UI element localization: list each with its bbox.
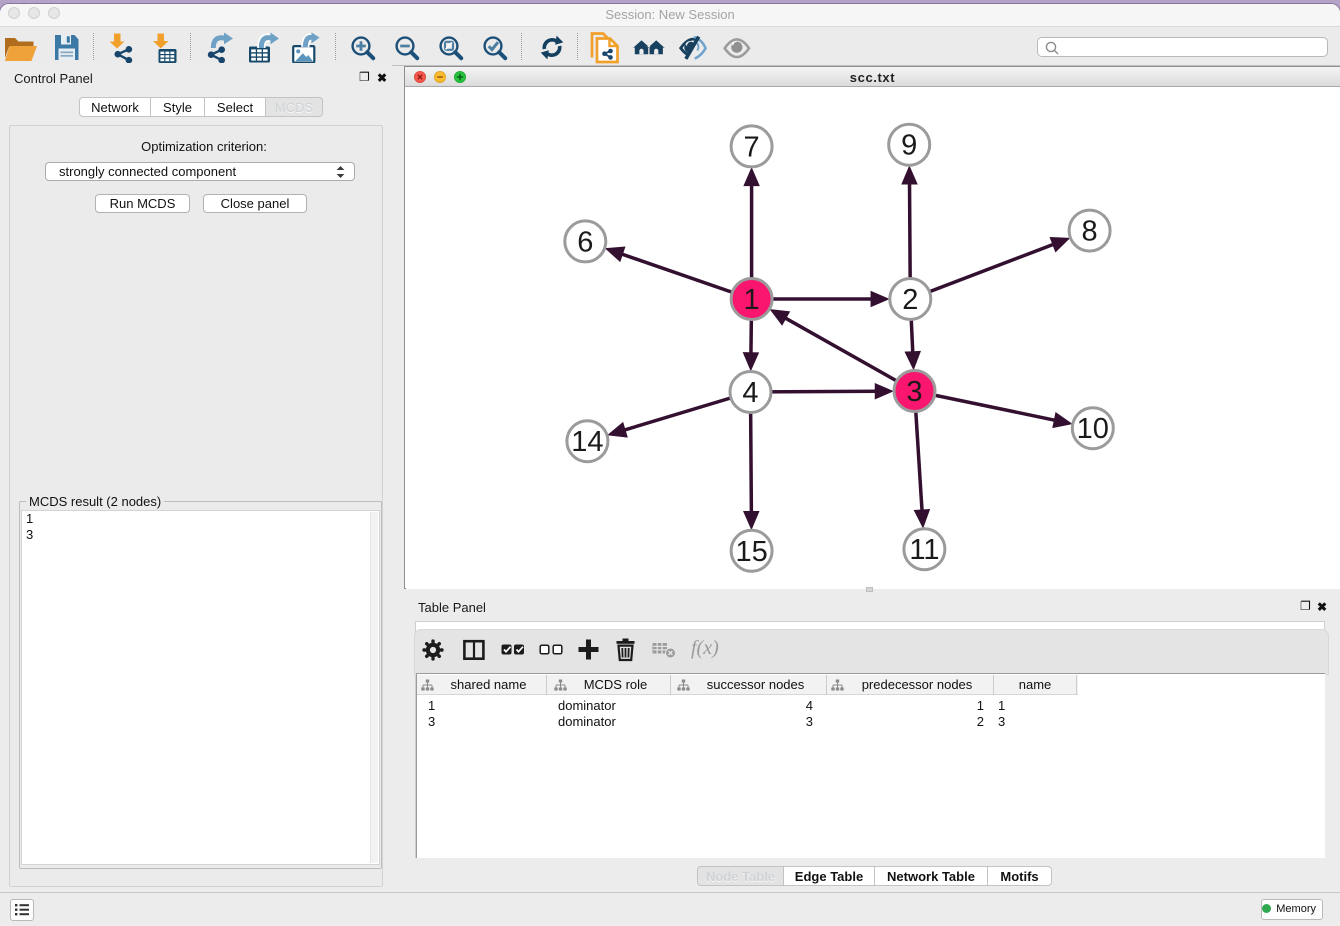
- svg-text:8: 8: [1082, 216, 1098, 248]
- svg-text:4: 4: [742, 377, 758, 409]
- svg-text:15: 15: [735, 536, 767, 568]
- svg-text:6: 6: [577, 226, 593, 258]
- svg-text:7: 7: [744, 131, 760, 163]
- svg-text:10: 10: [1077, 413, 1109, 445]
- svg-text:3: 3: [906, 376, 922, 408]
- svg-text:11: 11: [909, 534, 939, 566]
- svg-text:9: 9: [901, 130, 917, 162]
- svg-text:2: 2: [902, 284, 918, 316]
- svg-text:1: 1: [744, 284, 760, 316]
- svg-text:14: 14: [571, 426, 603, 458]
